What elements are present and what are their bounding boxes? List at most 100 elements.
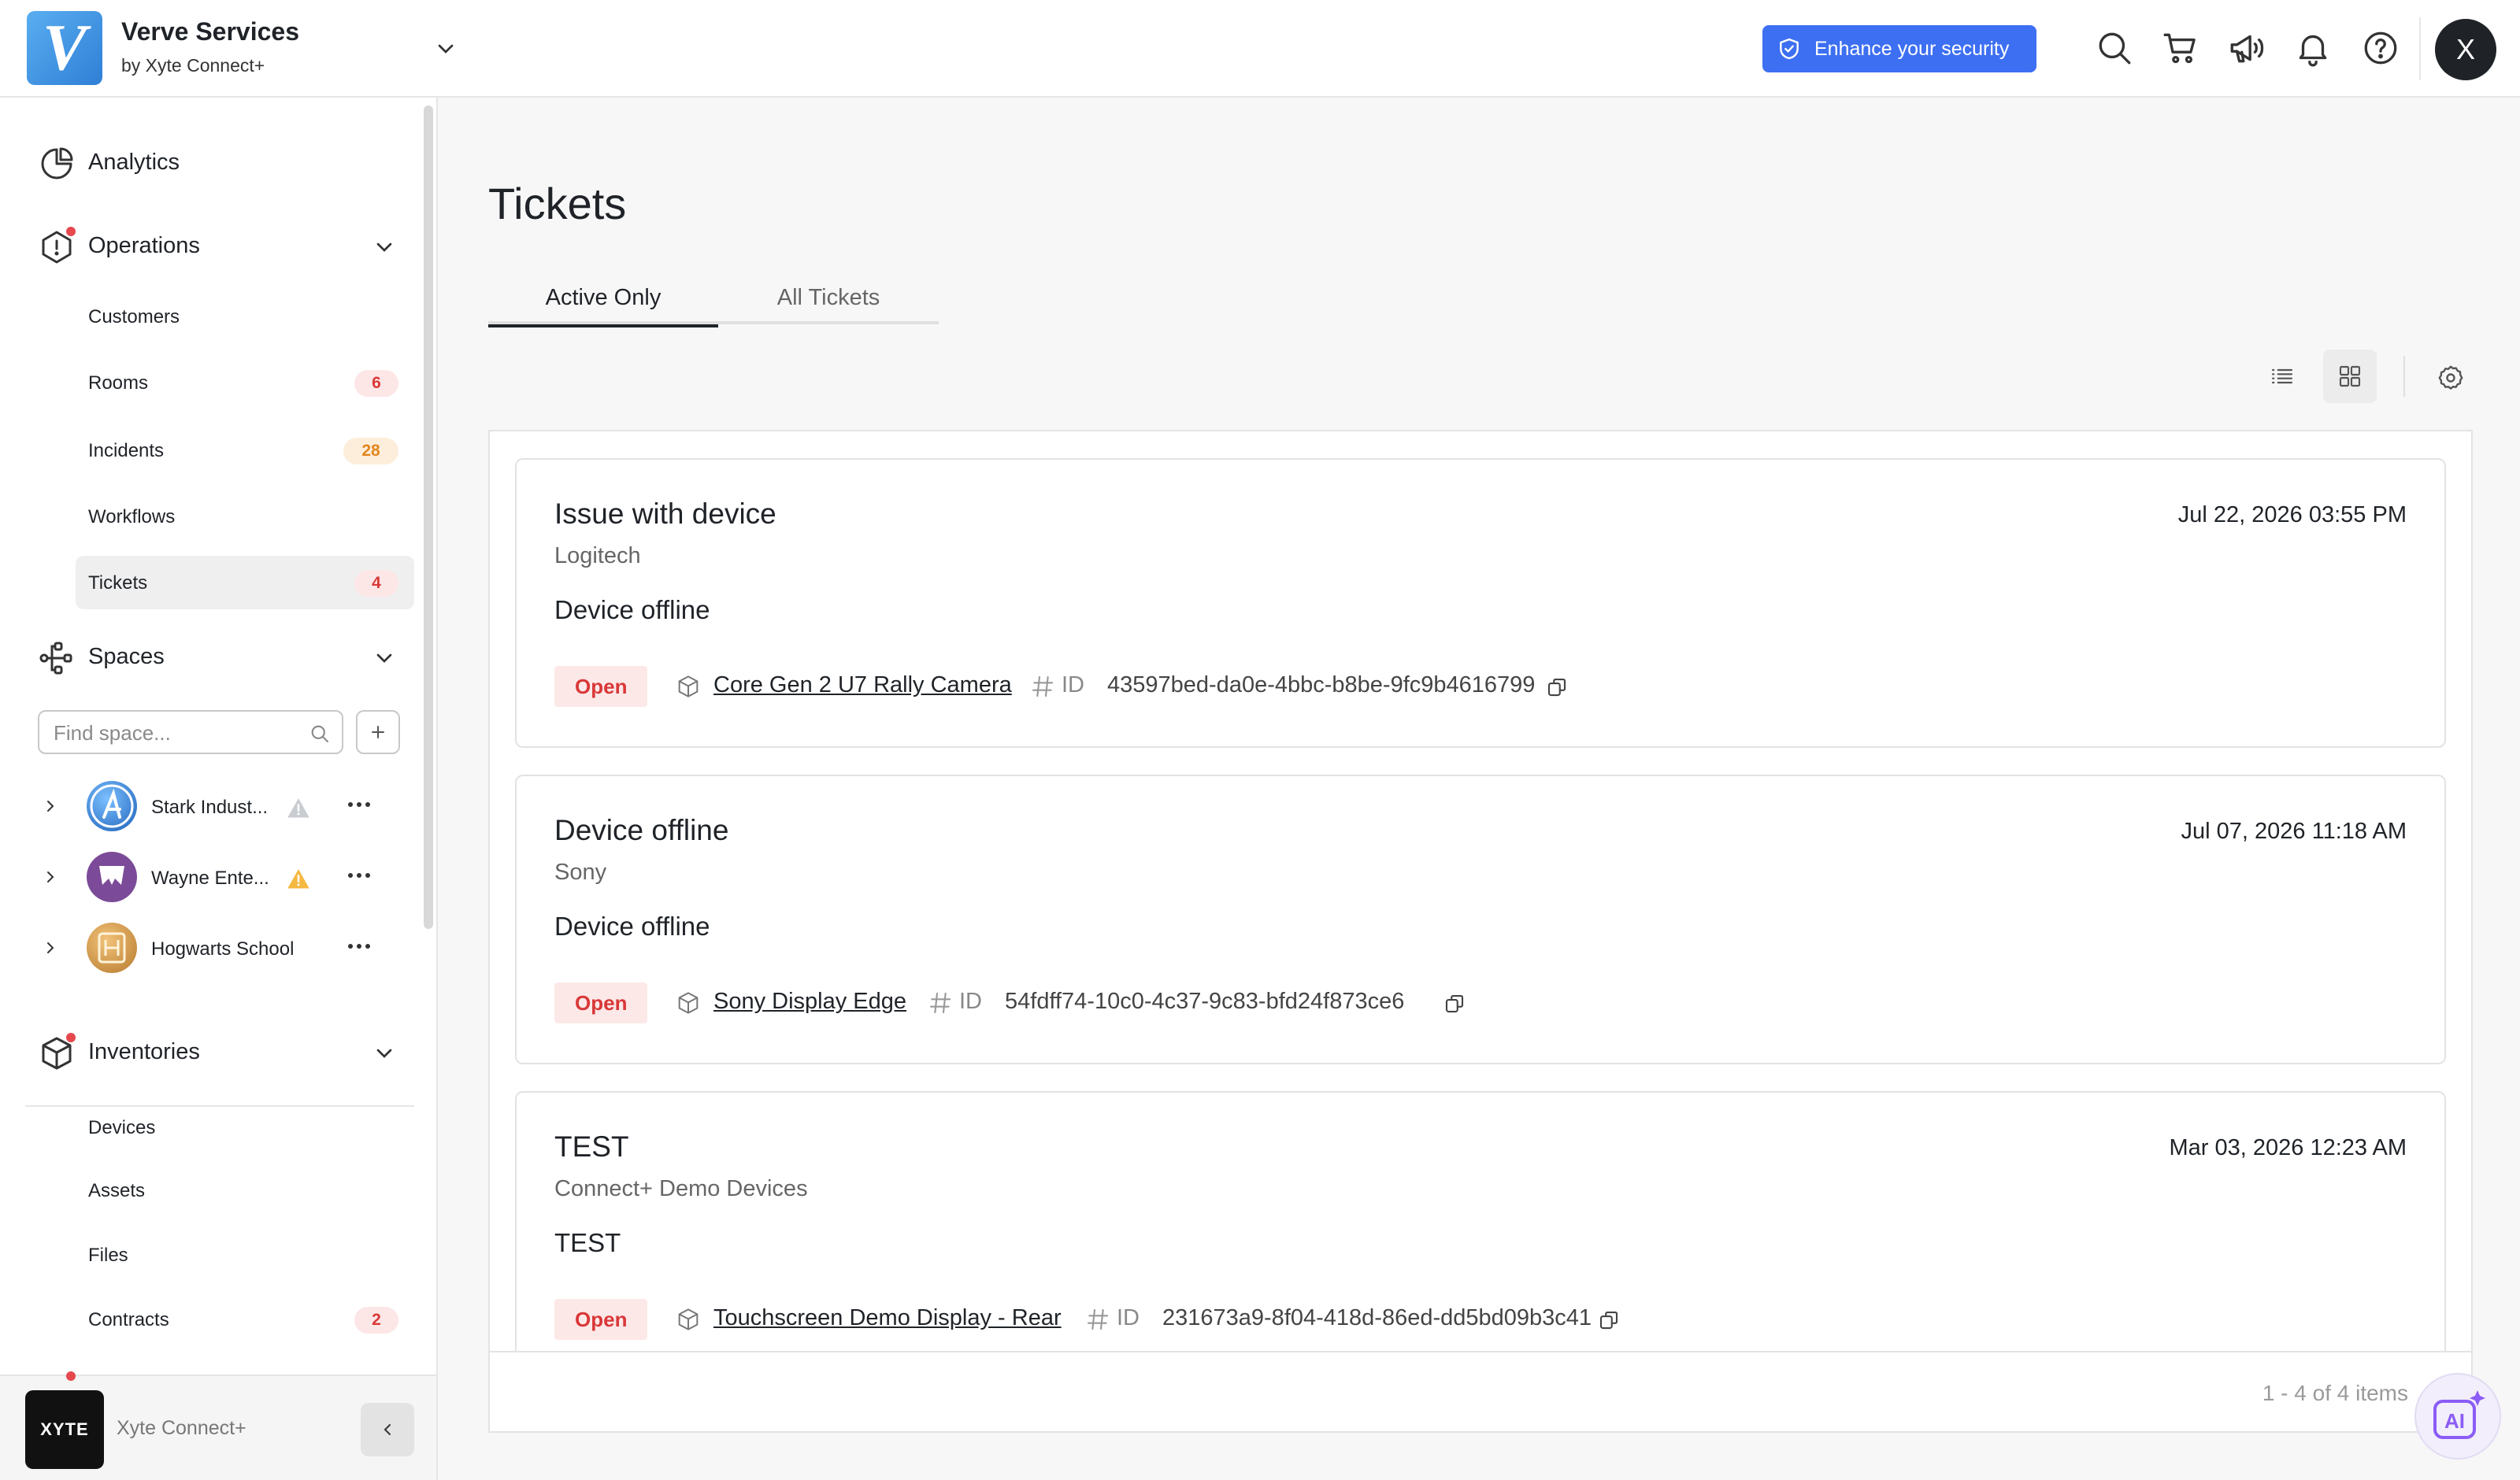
megaphone-icon[interactable] (2227, 28, 2266, 68)
device-link[interactable]: Touchscreen Demo Display - Rear (713, 1305, 1062, 1331)
notification-dot (66, 1033, 76, 1042)
gear-icon (2437, 364, 2465, 392)
pie-chart-icon (38, 145, 76, 183)
more-options-icon[interactable] (346, 942, 372, 951)
count-badge: 4 (354, 570, 398, 597)
ai-sparkle-icon: AI (2432, 1389, 2488, 1445)
search-icon (309, 723, 331, 745)
list-view-button[interactable] (2255, 350, 2309, 403)
sidebar-item-label: Tickets (88, 572, 148, 594)
status-badge: Open (554, 666, 648, 707)
copy-icon[interactable] (1545, 675, 1569, 699)
space-avatar (87, 852, 137, 902)
sidebar-item-analytics[interactable]: Analytics (38, 145, 400, 184)
space-item-stark[interactable]: Stark Indust... (38, 778, 408, 834)
space-avatar (87, 781, 137, 831)
status-badge: Open (554, 1299, 648, 1340)
ticket-title: TEST (554, 1130, 629, 1163)
sidebar-scrollbar[interactable] (424, 105, 433, 929)
sidebar-item-files[interactable]: Files (76, 1228, 414, 1282)
chevron-left-icon (378, 1420, 397, 1439)
space-item-hogwarts[interactable]: Hogwarts School (38, 919, 408, 976)
hash-icon (1030, 674, 1055, 699)
ticket-id: 231673a9-8f04-418d-86ed-dd5bd09b3c41 (1162, 1305, 1592, 1330)
settings-button[interactable] (2422, 350, 2476, 403)
warning-icon (287, 797, 310, 819)
sidebar-item-contracts[interactable]: Contracts 2 (76, 1293, 414, 1346)
sidebar-footer: XYTE Xyte Connect+ (0, 1371, 436, 1480)
list-icon (2270, 364, 2295, 389)
ticket-date: Jul 07, 2026 11:18 AM (2181, 819, 2407, 844)
ticket-date: Jul 22, 2026 03:55 PM (2177, 502, 2407, 527)
sidebar-item-devices[interactable]: Devices (76, 1101, 414, 1154)
chevron-right-icon[interactable] (41, 938, 60, 957)
ticket-tabs: Active Only All Tickets (488, 280, 939, 327)
enhance-security-button[interactable]: Enhance your security (1762, 25, 2036, 72)
sidebar-item-workflows[interactable]: Workflows (76, 490, 414, 543)
device-link[interactable]: Sony Display Edge (713, 989, 906, 1015)
sidebar-item-label: Files (88, 1245, 128, 1266)
ticket-title: Device offline (554, 814, 729, 846)
tab-all-tickets[interactable]: All Tickets (718, 280, 939, 324)
add-space-button[interactable] (356, 710, 400, 754)
chevron-right-icon[interactable] (41, 868, 60, 886)
more-options-icon[interactable] (346, 800, 372, 809)
ticket-date: Mar 03, 2026 12:23 AM (2169, 1135, 2407, 1160)
sidebar-item-rooms[interactable]: Rooms 6 (76, 356, 414, 409)
ticket-list[interactable]: Issue with device Logitech Jul 22, 2026 … (490, 431, 2471, 1351)
ticket-card[interactable]: Issue with device Logitech Jul 22, 2026 … (515, 458, 2446, 748)
search-icon[interactable] (2095, 28, 2134, 68)
space-search-field[interactable] (38, 710, 343, 754)
more-options-icon[interactable] (346, 871, 372, 880)
org-switcher-chevron-down-icon[interactable] (433, 36, 458, 61)
chevron-right-icon[interactable] (41, 797, 60, 816)
chevron-down-icon[interactable] (372, 1041, 397, 1066)
ticket-card[interactable]: TEST Connect+ Demo Devices Mar 03, 2026 … (515, 1091, 2446, 1351)
enhance-security-label: Enhance your security (1814, 38, 2010, 60)
copy-icon[interactable] (1597, 1308, 1621, 1332)
page-title: Tickets (488, 179, 627, 228)
ticket-id: 43597bed-da0e-4bbc-b8be-9fc9b4616799 (1107, 672, 1536, 697)
count-badge: 6 (354, 370, 398, 397)
sidebar-item-customers[interactable]: Customers (76, 290, 414, 343)
ticket-id-label: ID (1117, 1305, 1140, 1330)
copy-icon[interactable] (1443, 992, 1466, 1016)
ticket-card[interactable]: Device offline Sony Jul 07, 2026 11:18 A… (515, 775, 2446, 1064)
count-badge: 28 (343, 438, 398, 464)
sidebar-section-inventories[interactable]: Inventories (38, 1033, 400, 1074)
sidebar-label: Analytics (88, 150, 180, 175)
sidebar-section-operations[interactable]: Operations (38, 227, 400, 268)
cart-icon[interactable] (2161, 28, 2200, 68)
device-link[interactable]: Core Gen 2 U7 Rally Camera (713, 672, 1012, 698)
ticket-id: 54fdff74-10c0-4c37-9c83-bfd24f873ce6 (1005, 989, 1405, 1014)
space-label: Hogwarts School (151, 938, 295, 960)
space-label: Stark Indust... (151, 797, 269, 818)
device-box-icon (676, 674, 701, 699)
chevron-down-icon[interactable] (372, 646, 397, 671)
ai-assistant-button[interactable]: AI (2414, 1373, 2501, 1460)
tab-active-only[interactable]: Active Only (488, 280, 718, 327)
space-item-wayne[interactable]: Wayne Ente... (38, 849, 408, 905)
grid-view-button[interactable] (2323, 350, 2377, 403)
help-icon[interactable] (2361, 28, 2400, 68)
sidebar-section-spaces[interactable]: Spaces (38, 639, 400, 679)
space-search-input[interactable] (54, 720, 306, 746)
chevron-down-icon[interactable] (372, 235, 397, 260)
sidebar-item-label: Customers (88, 306, 180, 327)
sidebar-item-incidents[interactable]: Incidents 28 (76, 424, 414, 477)
toolbar-divider (2403, 356, 2405, 397)
grid-icon (2337, 364, 2362, 389)
collapse-sidebar-button[interactable] (361, 1403, 414, 1456)
header-divider (2419, 17, 2421, 80)
user-avatar[interactable]: X (2435, 19, 2496, 80)
org-name[interactable]: Verve Services (121, 17, 299, 46)
sidebar-item-assets[interactable]: Assets (76, 1164, 414, 1217)
ticket-company: Connect+ Demo Devices (554, 1176, 808, 1201)
org-logo[interactable]: V (27, 11, 102, 85)
ticket-id-label: ID (959, 989, 982, 1014)
bell-icon[interactable] (2293, 28, 2333, 68)
shield-check-icon (1777, 36, 1802, 61)
pagination-summary: 1 - 4 of 4 items (2262, 1381, 2408, 1405)
sidebar-item-tickets[interactable]: Tickets 4 (76, 556, 414, 609)
status-badge: Open (554, 982, 648, 1023)
